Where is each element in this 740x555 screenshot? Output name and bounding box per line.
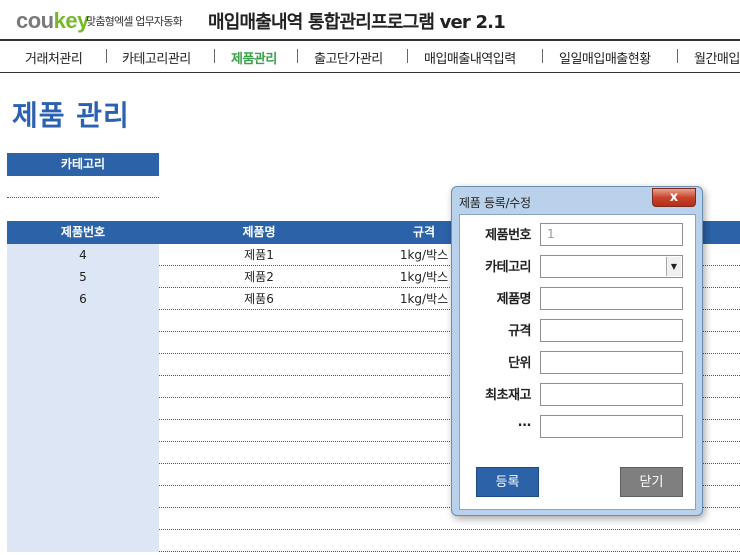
product-no-label: 제품번호	[485, 228, 531, 243]
cell-product-no: 4	[7, 244, 159, 266]
main-nav: 거래처관리 카테고리관리 제품관리 출고단가관리 매입매출내역입력 일일매입매출…	[0, 41, 740, 73]
nav-item-outbound-price[interactable]: 출고단가관리	[314, 48, 383, 67]
empty-cell	[7, 332, 159, 354]
nav-item-daily-status[interactable]: 일일매입매출현황	[559, 48, 651, 67]
close-button[interactable]: 닫기	[620, 467, 683, 497]
nav-item-monthly[interactable]: 월간매입	[694, 48, 740, 67]
spec-field[interactable]	[540, 319, 683, 342]
nav-separator	[542, 49, 543, 63]
category-select[interactable]: ▼	[540, 255, 683, 278]
empty-cell	[7, 486, 159, 508]
empty-cell	[7, 508, 159, 530]
close-icon: x	[669, 190, 679, 205]
nav-separator	[297, 49, 298, 63]
product-name-field[interactable]	[540, 287, 683, 310]
nav-separator	[677, 49, 678, 63]
dialog-form: 제품번호 1 카테고리 ▼ 제품명 규격 단위 최초재고 ... 등록 닫기	[459, 214, 696, 510]
chevron-down-icon[interactable]: ▼	[666, 257, 681, 276]
empty-cell	[7, 310, 159, 332]
etc-field[interactable]	[540, 415, 683, 438]
nav-separator	[106, 49, 107, 63]
cell-product-name: 제품2	[244, 270, 274, 284]
product-no-field[interactable]: 1	[540, 223, 683, 246]
spec-label: 규격	[508, 324, 531, 339]
cell-product-name: 제품1	[244, 248, 274, 262]
nav-item-trade-entry[interactable]: 매입매출내역입력	[424, 48, 516, 67]
empty-table-row	[7, 530, 740, 552]
empty-cell	[7, 354, 159, 376]
dialog-close-button[interactable]: x	[652, 188, 696, 207]
category-header: 카테고리	[7, 153, 159, 176]
nav-item-customers[interactable]: 거래처관리	[25, 48, 83, 67]
nav-item-categories[interactable]: 카테고리관리	[122, 48, 191, 67]
cell-product-no: 6	[7, 288, 159, 310]
product-edit-dialog: 제품 등록/수정 x 제품번호 1 카테고리 ▼ 제품명 규격 단위 최초재고 …	[451, 186, 703, 516]
nav-separator	[407, 49, 408, 63]
empty-cell	[7, 530, 159, 552]
register-button[interactable]: 등록	[476, 467, 539, 497]
empty-cell	[7, 464, 159, 486]
nav-separator	[214, 49, 215, 63]
initial-stock-field[interactable]	[540, 383, 683, 406]
category-filter-field[interactable]	[7, 197, 159, 198]
unit-label: 단위	[508, 356, 531, 371]
cell-product-name: 제품6	[244, 292, 274, 306]
column-header-product-no: 제품번호	[60, 225, 106, 239]
empty-cell	[7, 420, 159, 442]
dialog-title: 제품 등록/수정	[459, 196, 531, 210]
empty-cell	[7, 398, 159, 420]
category-label: 카테고리	[485, 260, 531, 275]
app-title: 매입매출내역 통합관리프로그램 ver 2.1	[208, 12, 506, 33]
app-header: coukey 맞춤형엑셀 업무자동화 매입매출내역 통합관리프로그램 ver 2…	[0, 0, 740, 40]
product-name-label: 제품명	[496, 292, 532, 307]
page-title: 제품 관리	[12, 99, 130, 132]
initial-stock-label: 최초재고	[485, 388, 531, 403]
logo-tagline: 맞춤형엑셀 업무자동화	[86, 15, 183, 28]
empty-cell	[7, 376, 159, 398]
unit-field[interactable]	[540, 351, 683, 374]
nav-item-products[interactable]: 제품관리	[231, 48, 277, 67]
cell-product-no: 5	[7, 266, 159, 288]
column-header-product-name: 제품명	[242, 225, 276, 239]
etc-label: ...	[517, 415, 532, 430]
coukey-logo: coukey	[16, 8, 89, 33]
empty-cell	[7, 442, 159, 464]
